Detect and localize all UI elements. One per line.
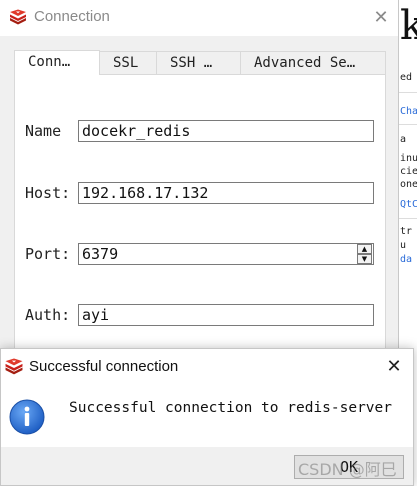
connection-settings-panel bbox=[14, 74, 386, 374]
host-field[interactable] bbox=[78, 182, 374, 204]
port-stepper: ▲ ▼ bbox=[357, 244, 373, 264]
dialog-title: Successful connection bbox=[29, 358, 179, 375]
tab-connection[interactable]: Conn… bbox=[14, 50, 100, 75]
background-divider bbox=[398, 218, 417, 219]
tab-bar: Conn… SSL SSH … Advanced Se… bbox=[14, 50, 386, 75]
port-label: Port: bbox=[25, 245, 71, 263]
name-field[interactable] bbox=[78, 120, 374, 142]
window-title: Connection bbox=[34, 8, 110, 25]
auth-label: Auth: bbox=[25, 306, 71, 324]
background-text-line: tr bbox=[400, 226, 413, 237]
background-text-line: a bbox=[400, 134, 407, 145]
stepper-down-icon[interactable]: ▼ bbox=[357, 254, 372, 264]
dialog-message: Successful connection to redis-server bbox=[69, 400, 393, 416]
dialog-footer: OK bbox=[1, 447, 413, 485]
background-divider bbox=[398, 124, 417, 125]
auth-field[interactable] bbox=[78, 304, 374, 326]
stepper-up-icon[interactable]: ▲ bbox=[357, 244, 372, 254]
background-text-line: u bbox=[400, 240, 407, 251]
host-label: Host: bbox=[25, 184, 71, 202]
info-icon bbox=[9, 399, 45, 435]
redis-logo-icon bbox=[10, 9, 26, 25]
tab-ssl[interactable]: SSL bbox=[99, 51, 157, 74]
tab-ssh[interactable]: SSH … bbox=[156, 51, 241, 74]
close-icon[interactable]: ✕ bbox=[370, 7, 392, 29]
background-link[interactable]: Cha bbox=[400, 106, 417, 117]
tab-advanced-settings[interactable]: Advanced Se… bbox=[240, 51, 386, 74]
background-text-line: one bbox=[400, 179, 417, 190]
connection-titlebar[interactable]: Connection ✕ bbox=[0, 0, 398, 36]
background-text-line: ed bbox=[400, 72, 413, 83]
background-link[interactable]: da bbox=[400, 254, 412, 265]
background-link[interactable]: QtC bbox=[400, 199, 417, 210]
background-text-line: cie bbox=[400, 166, 417, 177]
success-dialog: Successful connection ✕ Successful conne… bbox=[0, 348, 414, 486]
dialog-titlebar[interactable]: Successful connection ✕ bbox=[1, 349, 413, 383]
port-field[interactable] bbox=[78, 243, 374, 265]
background-heading-glyph: k bbox=[400, 3, 417, 49]
background-divider bbox=[398, 92, 417, 93]
background-text-line: inu bbox=[400, 153, 417, 164]
ok-button[interactable]: OK bbox=[294, 455, 404, 479]
name-label: Name bbox=[25, 122, 62, 140]
redis-logo-icon bbox=[5, 358, 23, 375]
close-icon[interactable]: ✕ bbox=[382, 355, 406, 379]
